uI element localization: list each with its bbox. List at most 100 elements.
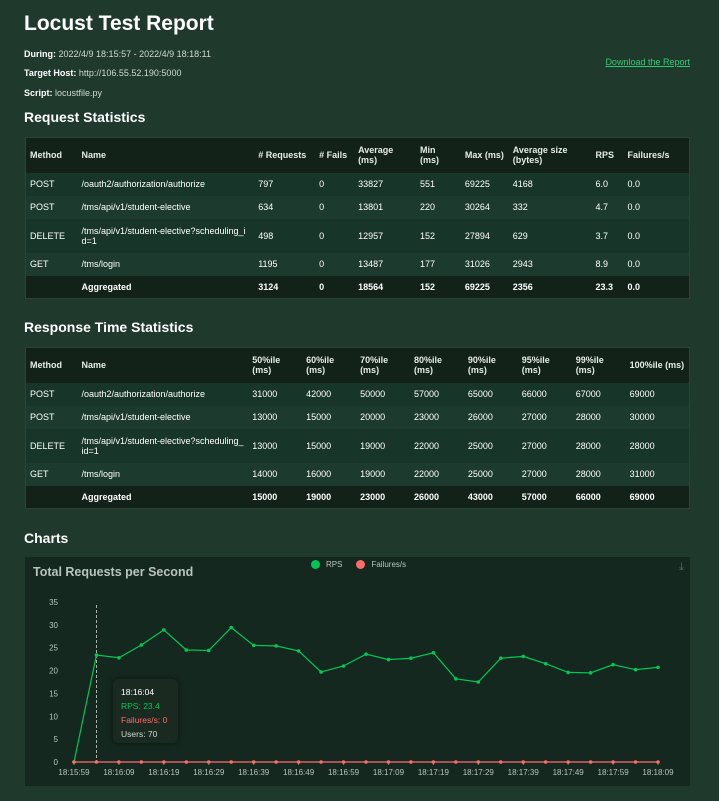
col-header[interactable]: Average size (bytes) bbox=[508, 137, 592, 173]
data-point bbox=[72, 760, 76, 764]
data-point bbox=[588, 671, 593, 675]
col-header[interactable]: Name bbox=[77, 137, 255, 173]
cell: 26000 bbox=[467, 412, 493, 422]
cell: 13000 bbox=[252, 440, 278, 451]
host-label: Target Host: bbox=[24, 68, 77, 78]
col-header[interactable]: Failures/s bbox=[623, 137, 690, 173]
request-stats-title: Request Statistics bbox=[24, 109, 146, 125]
cell: 43000 bbox=[467, 491, 493, 502]
data-point bbox=[319, 670, 323, 674]
col-header[interactable]: Name bbox=[77, 347, 249, 383]
col-header[interactable]: 50%ile (ms) bbox=[248, 347, 303, 383]
data-point bbox=[633, 760, 638, 764]
legend-item-rps[interactable]: RPS bbox=[311, 560, 342, 569]
request-stats-table: Method Name # Requests # Fails Average (… bbox=[25, 137, 690, 299]
table-row: POST /tms/api/v1/student-elective 13000 … bbox=[25, 405, 690, 429]
cell: /tms/api/v1/student-elective bbox=[81, 202, 191, 212]
cell: 551 bbox=[419, 179, 435, 189]
tooltip-failures: Failures/s: 0 bbox=[121, 715, 168, 725]
col-header[interactable]: Method bbox=[25, 347, 78, 383]
x-tick-label: 18:16:39 bbox=[238, 768, 270, 777]
table-row: GET /tms/login 1195 0 13487 177 31026 29… bbox=[25, 252, 690, 276]
cell: /tms/login bbox=[81, 469, 120, 479]
cell: 22000 bbox=[413, 440, 439, 451]
col-header[interactable]: # Fails bbox=[315, 137, 355, 173]
cell: POST bbox=[30, 202, 55, 212]
cell: 498 bbox=[258, 230, 274, 241]
download-report-link[interactable]: Download the Report bbox=[605, 57, 690, 67]
cell: 152 bbox=[419, 230, 435, 241]
x-tick-label: 18:17:59 bbox=[598, 768, 630, 777]
data-point bbox=[117, 760, 121, 764]
data-point bbox=[184, 760, 189, 764]
cell: 18564 bbox=[358, 281, 384, 292]
cell: 27894 bbox=[464, 230, 490, 241]
col-header[interactable]: 70%ile (ms) bbox=[356, 347, 410, 383]
data-point bbox=[206, 760, 211, 764]
y-tick-label: 30 bbox=[49, 621, 58, 630]
cell: 3.7 bbox=[595, 230, 609, 241]
data-point bbox=[431, 760, 436, 764]
cell: Aggregated bbox=[81, 491, 132, 502]
col-header[interactable]: Method bbox=[25, 137, 78, 173]
col-header[interactable]: RPS bbox=[591, 137, 624, 173]
cell: 27000 bbox=[521, 440, 547, 451]
cell: 0.0 bbox=[627, 202, 641, 212]
data-point bbox=[94, 653, 99, 657]
col-header[interactable]: 60%ile (ms) bbox=[302, 347, 357, 383]
col-header[interactable]: Min (ms) bbox=[415, 137, 461, 173]
data-point bbox=[184, 648, 189, 652]
table-header-row: Method Name 50%ile (ms) 60%ile (ms) 70%i… bbox=[25, 347, 690, 383]
data-point bbox=[364, 652, 368, 656]
col-header[interactable]: 95%ile (ms) bbox=[517, 347, 572, 383]
y-tick-label: 0 bbox=[54, 758, 59, 767]
cell: 15000 bbox=[306, 440, 332, 451]
col-header[interactable]: Average (ms) bbox=[354, 137, 416, 173]
cell: /tms/api/v1/student-elective bbox=[81, 412, 191, 422]
cell: 3124 bbox=[258, 281, 279, 292]
cell: 12957 bbox=[358, 230, 384, 241]
legend-item-failures[interactable]: Failures/s bbox=[356, 560, 406, 569]
cell: Aggregated bbox=[81, 281, 132, 292]
table-header-row: Method Name # Requests # Fails Average (… bbox=[25, 137, 690, 173]
data-point bbox=[588, 760, 593, 764]
cell: POST bbox=[30, 412, 55, 422]
data-point bbox=[274, 760, 278, 764]
col-header[interactable]: # Requests bbox=[254, 137, 316, 173]
cell: 4168 bbox=[512, 179, 533, 189]
cell: 66000 bbox=[575, 491, 601, 502]
data-point bbox=[543, 760, 548, 764]
cell: 634 bbox=[258, 202, 274, 212]
col-header[interactable]: 90%ile (ms) bbox=[463, 347, 518, 383]
cell: 0.0 bbox=[627, 259, 641, 269]
data-point bbox=[498, 760, 503, 764]
response-stats-table: Method Name 50%ile (ms) 60%ile (ms) 70%i… bbox=[25, 347, 690, 509]
col-header[interactable]: 99%ile (ms) bbox=[571, 347, 626, 383]
col-header[interactable]: 100%ile (ms) bbox=[625, 347, 690, 383]
cell: 65000 bbox=[467, 389, 493, 399]
download-icon[interactable]: ⤓ bbox=[679, 561, 684, 574]
data-point bbox=[94, 760, 99, 764]
cell: 22000 bbox=[413, 469, 439, 479]
cell: 69000 bbox=[629, 389, 655, 399]
data-point bbox=[296, 649, 301, 653]
table-row: DELETE /tms/api/v1/student-elective?sche… bbox=[25, 218, 690, 253]
legend-dot-rps bbox=[311, 560, 320, 569]
cell: 33827 bbox=[358, 179, 384, 189]
cell: 25000 bbox=[467, 440, 493, 451]
cell: POST bbox=[30, 389, 55, 399]
cell: 28000 bbox=[575, 412, 601, 422]
cell: 26000 bbox=[413, 491, 439, 502]
data-point bbox=[454, 677, 458, 681]
cell: 57000 bbox=[521, 491, 547, 502]
col-header[interactable]: Max (ms) bbox=[460, 137, 509, 173]
x-tick-label: 18:16:09 bbox=[103, 768, 135, 777]
cell: 13801 bbox=[358, 202, 384, 212]
data-point bbox=[251, 643, 256, 648]
x-tick-label: 18:17:49 bbox=[553, 768, 585, 777]
cell: 23000 bbox=[360, 491, 386, 502]
data-point bbox=[341, 664, 346, 668]
col-header[interactable]: 80%ile (ms) bbox=[409, 347, 464, 383]
data-point bbox=[611, 662, 615, 667]
y-tick-label: 15 bbox=[49, 689, 58, 698]
